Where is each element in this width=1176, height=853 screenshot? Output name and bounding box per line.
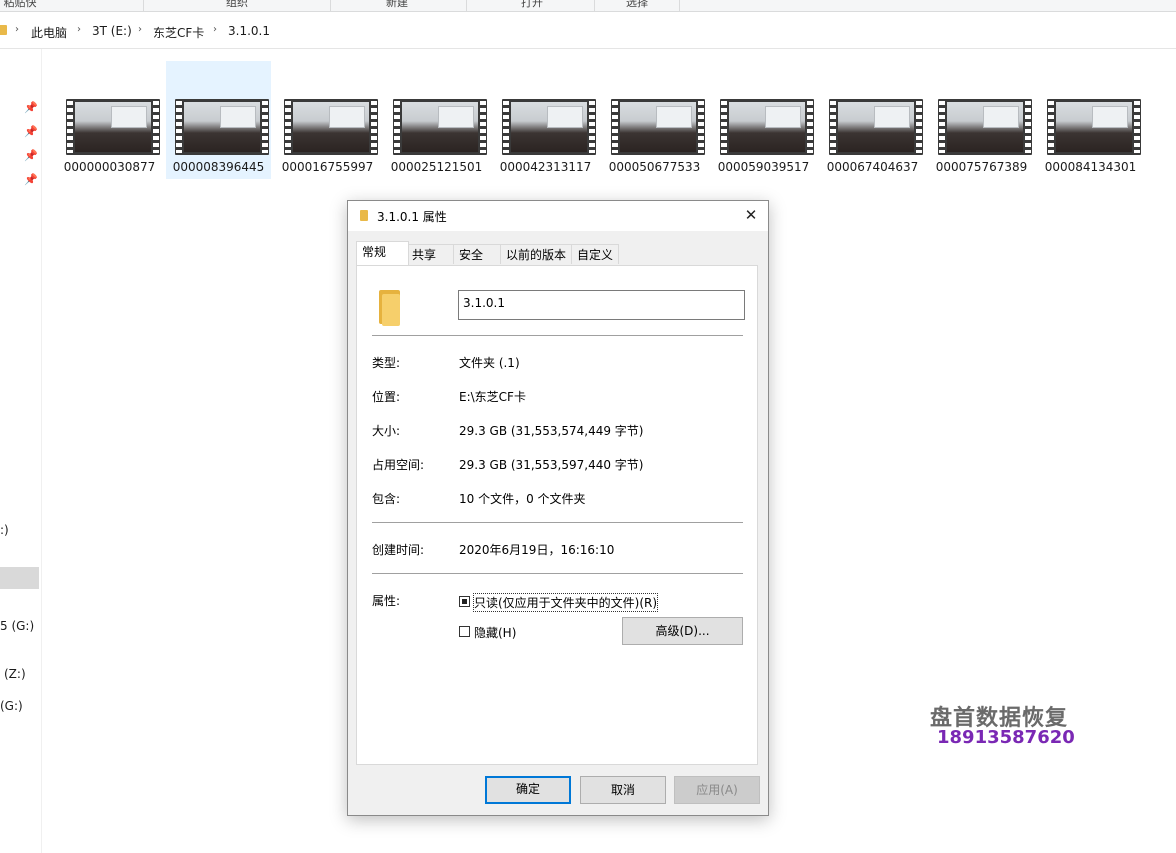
file-item[interactable]: 000016755997 — [275, 61, 380, 179]
readonly-checkbox-label[interactable]: 只读(仅应用于文件夹中的文件)(R) — [472, 593, 659, 612]
breadcrumb-this-pc[interactable]: 此电脑 — [31, 24, 67, 41]
file-name: 000008396445 — [172, 160, 265, 174]
file-item[interactable]: 000025121501 — [384, 61, 489, 179]
video-thumbnail — [720, 99, 814, 155]
ribbon-group-label: 打开 — [521, 0, 543, 9]
disk-size-value: 29.3 GB (31,553,597,440 字节) — [459, 458, 644, 472]
ribbon-separator — [143, 0, 144, 11]
video-thumbnail — [175, 99, 269, 155]
folder-name-field[interactable]: 3.1.0.1 — [458, 290, 745, 320]
watermark-phone: 18913587620 — [937, 727, 1075, 748]
tab-sharing[interactable]: 共享 — [406, 244, 454, 264]
ribbon-group-label: 粘贴快捷方式 — [3, 0, 37, 9]
file-item[interactable]: 000042313117 — [493, 61, 598, 179]
dialog-titlebar[interactable]: 3.1.0.1 属性 ✕ — [348, 201, 768, 231]
folder-icon — [0, 25, 7, 35]
pin-icon[interactable]: 📌 — [24, 101, 38, 114]
apply-button[interactable]: 应用(A) — [674, 776, 760, 804]
readonly-checkbox[interactable] — [459, 596, 470, 607]
file-item-selected[interactable]: 000008396445 — [166, 61, 271, 179]
ribbon-separator — [679, 0, 680, 11]
cancel-button[interactable]: 取消 — [580, 776, 666, 804]
divider — [372, 335, 743, 336]
hidden-checkbox-label[interactable]: 隐藏(H) — [474, 624, 516, 641]
video-thumbnail — [66, 99, 160, 155]
divider — [372, 573, 743, 574]
video-thumbnail — [611, 99, 705, 155]
nav-item-drive-g2[interactable]: (G:) — [0, 699, 23, 713]
pin-icon[interactable]: 📌 — [24, 125, 38, 138]
ribbon: 粘贴快捷方式 组织 新建 打开 选择 — [0, 0, 1176, 12]
ribbon-group-label: 选择 — [626, 0, 648, 9]
file-item[interactable]: 000084134301 — [1038, 61, 1143, 179]
video-thumbnail — [502, 99, 596, 155]
chevron-right-icon[interactable]: › — [213, 24, 217, 35]
breadcrumb-current-folder[interactable]: 3.1.0.1 — [228, 24, 270, 38]
file-item[interactable]: 000075767389 — [929, 61, 1034, 179]
divider — [372, 522, 743, 523]
file-name: 000042313117 — [499, 160, 592, 174]
nav-item-drive-z[interactable]: (Z:) — [4, 667, 26, 681]
video-thumbnail — [829, 99, 923, 155]
chevron-right-icon[interactable]: › — [15, 24, 19, 35]
breadcrumb-drive-e[interactable]: 3T (E:) — [92, 24, 132, 38]
video-thumbnail — [1047, 99, 1141, 155]
nav-item-drive-g[interactable]: 5 (G:) — [0, 619, 34, 633]
ok-button[interactable]: 确定 — [485, 776, 571, 804]
video-thumbnail — [938, 99, 1032, 155]
file-name: 000084134301 — [1044, 160, 1137, 174]
type-value: 文件夹 (.1) — [459, 356, 520, 370]
dialog-title: 3.1.0.1 属性 — [377, 210, 447, 224]
file-name: 000025121501 — [390, 160, 483, 174]
ribbon-separator — [594, 0, 595, 11]
location-value: E:\东芝CF卡 — [459, 390, 526, 404]
file-item[interactable]: 000067404637 — [820, 61, 925, 179]
created-label: 创建时间: — [372, 543, 425, 557]
type-label: 类型: — [372, 356, 401, 370]
breadcrumb-cf-card[interactable]: 东芝CF卡 — [153, 24, 204, 41]
properties-dialog: 3.1.0.1 属性 ✕ 常规 共享 安全 以前的版本 自定义 3.1.0.1 … — [347, 200, 769, 816]
chevron-right-icon[interactable]: › — [77, 24, 81, 35]
file-item[interactable]: 000059039517 — [711, 61, 816, 179]
nav-item-selected[interactable] — [0, 567, 39, 589]
file-name: 000000030877 — [63, 160, 156, 174]
file-name: 000050677533 — [608, 160, 701, 174]
tab-previous-versions[interactable]: 以前的版本 — [500, 244, 572, 264]
tab-general[interactable]: 常规 — [356, 241, 409, 265]
address-bar[interactable]: › 此电脑 › 3T (E:) › 东芝CF卡 › 3.1.0.1 — [0, 12, 1176, 49]
contains-label: 包含: — [372, 492, 401, 506]
folder-icon — [377, 286, 401, 326]
disk-size-label: 占用空间: — [372, 458, 425, 472]
advanced-button[interactable]: 高级(D)... — [622, 617, 743, 645]
video-thumbnail — [284, 99, 378, 155]
file-item[interactable]: 000050677533 — [602, 61, 707, 179]
ribbon-group-label: 新建 — [386, 0, 408, 9]
file-item[interactable]: 000000030877 — [57, 61, 162, 179]
attributes-label: 属性: — [372, 594, 401, 608]
file-name: 000059039517 — [717, 160, 810, 174]
file-name: 000067404637 — [826, 160, 919, 174]
location-label: 位置: — [372, 390, 401, 404]
file-name: 000016755997 — [281, 160, 374, 174]
general-tab-panel: 3.1.0.1 类型: 文件夹 (.1) 位置: E:\东芝CF卡 大小: 29… — [356, 265, 758, 765]
pin-icon[interactable]: 📌 — [24, 149, 38, 162]
folder-icon — [360, 210, 368, 221]
size-label: 大小: — [372, 424, 401, 438]
tab-security[interactable]: 安全 — [453, 244, 501, 264]
pin-icon[interactable]: 📌 — [24, 173, 38, 186]
ribbon-group-label: 组织 — [226, 0, 248, 9]
navigation-pane[interactable]: 📌 📌 📌 📌 :) 5 (G:) (Z:) (G:) — [0, 49, 42, 853]
created-value: 2020年6月19日，16:16:10 — [459, 543, 615, 557]
tab-customize[interactable]: 自定义 — [571, 244, 619, 264]
size-value: 29.3 GB (31,553,574,449 字节) — [459, 424, 644, 438]
video-thumbnail — [393, 99, 487, 155]
chevron-right-icon[interactable]: › — [138, 24, 142, 35]
close-icon[interactable]: ✕ — [740, 204, 762, 226]
ribbon-separator — [466, 0, 467, 11]
ribbon-separator — [330, 0, 331, 11]
contains-value: 10 个文件，0 个文件夹 — [459, 492, 586, 506]
hidden-checkbox[interactable] — [459, 626, 470, 637]
nav-item-drive[interactable]: :) — [0, 523, 9, 537]
file-name: 000075767389 — [935, 160, 1028, 174]
